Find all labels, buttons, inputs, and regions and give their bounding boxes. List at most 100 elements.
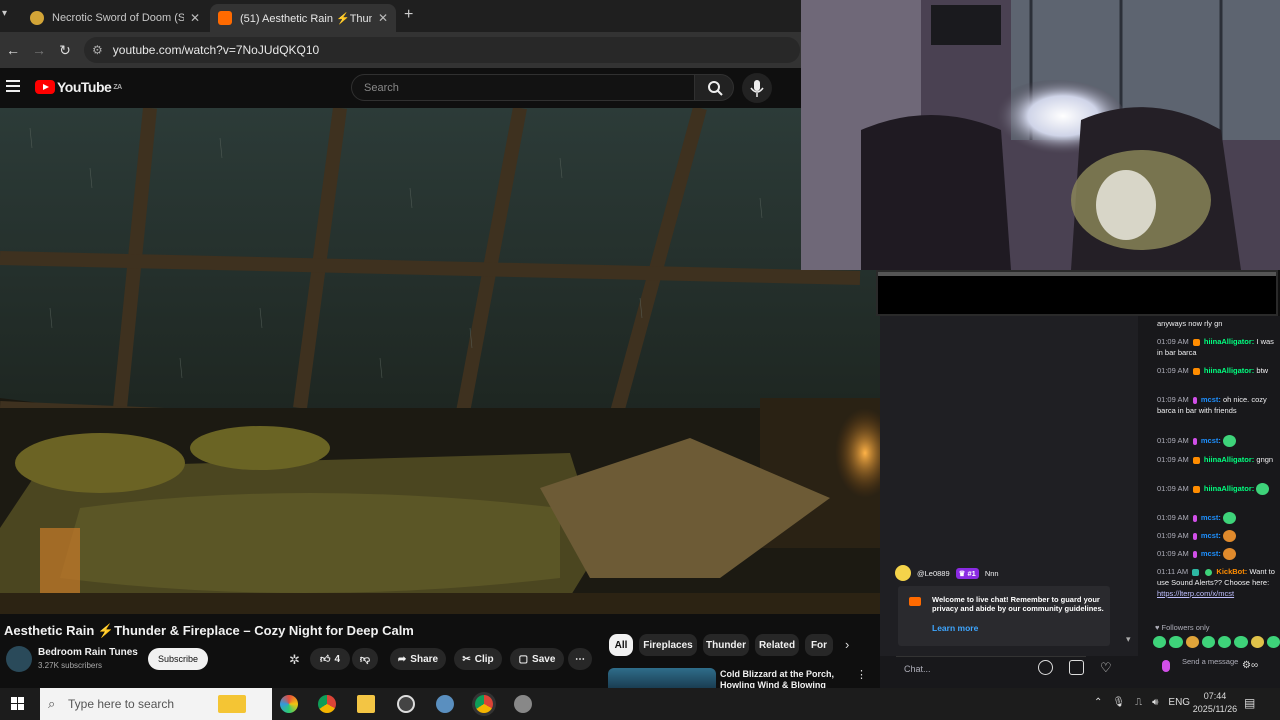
clip-button[interactable]: ✂ Clip [454,648,502,670]
back-arrow-icon[interactable]: ← [0,42,26,58]
language-indicator[interactable]: ENG [1168,697,1190,708]
reload-icon[interactable]: ↻ [52,42,78,59]
chevron-down-icon[interactable]: ▾ [1126,634,1131,645]
volume-icon[interactable]: 🔊︎ [1152,697,1158,708]
notifications-icon[interactable]: ▤ [1244,696,1255,710]
search-button[interactable] [694,74,734,101]
emote-icon[interactable] [1201,636,1215,648]
windows-start-icon[interactable] [11,697,25,711]
menu-icon[interactable] [6,80,20,95]
more-vert-icon[interactable]: ⋮ [856,668,867,681]
subscriber-count: 3.27K subscribers [38,661,103,670]
emote-icon[interactable] [1185,636,1199,648]
emote-icon[interactable] [1218,636,1232,648]
forward-arrow-icon[interactable]: → [26,42,52,58]
region-code: ZA [113,83,122,91]
search-icon [708,81,723,96]
chat-timestamp: 01:09 AM [1157,531,1189,540]
bookmark-icon: ▢ [518,653,529,665]
quick-emote-row[interactable] [1153,636,1280,650]
related-video-title[interactable]: Cold Blizzard at the Porch, Howling Wind… [720,669,848,688]
chat-username[interactable]: mcst: [1201,395,1221,404]
photos-app-icon[interactable] [280,695,298,713]
chat-username[interactable]: hiinaAlligator: [1204,337,1254,346]
site-info-icon[interactable]: ⚙ [92,43,103,57]
chip-related[interactable]: Related [755,634,799,656]
taskbar-clock[interactable]: 07:44 2025/11/26 [1190,690,1240,716]
tab-title: (51) Aesthetic Rain ⚡Thun [240,12,372,25]
emote-icon[interactable] [1153,636,1167,648]
file-explorer-icon[interactable] [357,695,375,713]
youtube-logo[interactable]: YouTube ZA [35,79,122,95]
chat-emote-icon [1223,435,1236,448]
chat-timestamp: 01:09 AM [1157,366,1189,375]
chat-timestamp: 01:09 AM [1157,484,1189,493]
settings-icon[interactable]: ⚙∞ [1242,660,1258,671]
chrome-active-icon[interactable] [475,695,493,713]
chat-timestamp: 01:09 AM [1157,513,1189,522]
taskbar-search-text: Type here to search [68,697,175,711]
browser-tab-aesthetic-rain[interactable]: (51) Aesthetic Rain ⚡Thun ✕ [210,4,396,32]
chat-timestamp: 01:09 AM [1157,337,1189,346]
chat-link[interactable]: https://lterp.com/x/mcst [1157,589,1234,598]
mod-badge-icon [1192,514,1197,522]
sound-icon[interactable]: ✲ [289,652,300,668]
sub-badge-icon [1192,338,1200,346]
channel-name[interactable]: Bedroom Rain Tunes [38,647,138,658]
like-button[interactable]: 👍︎ 4 [310,648,350,670]
chat-username[interactable]: hiinaAlligator: [1204,484,1254,493]
video-player[interactable] [0,108,880,614]
chat-username[interactable]: mcst: [1201,549,1221,558]
channel-avatar[interactable] [6,646,32,672]
network-icon[interactable]: ⎍ [1135,697,1142,708]
chat-username[interactable]: mcst: [1201,531,1221,540]
chat-emote-icon [1223,512,1236,525]
close-tab-icon[interactable]: ✕ [190,11,200,25]
chat-username[interactable]: mcst: [1201,513,1221,522]
subscribe-button[interactable]: Subscribe [148,648,208,670]
dislike-button[interactable]: 👎︎ [352,648,378,670]
chevron-up-icon[interactable]: ⌃ [1094,697,1102,708]
heart-icon[interactable]: ♡ [1100,660,1112,676]
sub-badge-icon [1192,367,1200,375]
chat-username[interactable]: hiinaAlligator: [1204,366,1254,375]
pinned-username[interactable]: @Le0889 [917,569,950,578]
browser-tab-necrotic-sword[interactable]: Necrotic Sword of Doom (Swor ✕ [22,4,208,32]
chat-username[interactable]: mcst: [1201,436,1221,445]
related-video-thumbnail[interactable] [608,668,716,688]
chip-fireplaces[interactable]: Fireplaces [639,634,697,656]
emote-icon[interactable] [1169,636,1183,648]
microphone-icon[interactable]: 🎙︎ [1112,697,1125,708]
scissors-icon: ✂ [462,653,471,665]
chevron-right-icon[interactable]: › [845,637,849,652]
chrome-icon[interactable] [318,695,336,713]
chip-thunder[interactable]: Thunder [703,634,749,656]
new-tab-button[interactable]: + [404,6,413,24]
learn-more-link[interactable]: Learn more [932,623,978,633]
tab-search-chevron-icon[interactable]: ▾ [2,8,7,19]
followers-only-text: Followers only [1161,623,1210,632]
emote-icon[interactable] [1234,636,1248,648]
more-actions-button[interactable]: ⋯ [568,648,592,670]
search-input[interactable]: Search [351,74,695,101]
voice-search-button[interactable] [742,73,772,103]
emote-icon[interactable] [1266,636,1280,648]
tab-favicon-icon [218,11,232,25]
chip-for-you[interactable]: For [805,634,833,656]
chat-message: anyways now rly gn [1157,318,1275,329]
obs-icon[interactable] [397,695,415,713]
emoji-icon[interactable] [1038,660,1053,675]
chip-all[interactable]: All [609,634,633,656]
emote-icon[interactable] [1250,636,1264,648]
close-tab-icon[interactable]: ✕ [378,11,388,25]
chat-username[interactable]: hiinaAlligator: [1204,455,1254,464]
snipping-tool-icon[interactable] [436,695,454,713]
chat-input-actions: ♡ [1038,660,1112,676]
sub-badge-icon [1192,456,1200,464]
save-button[interactable]: ▢ Save [510,648,564,670]
share-button[interactable]: ➦ Share [390,648,446,670]
address-bar[interactable]: ⚙ youtube.com/watch?v=7NoJUdQKQ10 [84,37,800,63]
chat-username[interactable]: KickBot: [1216,567,1247,576]
gift-icon[interactable] [1069,660,1084,675]
app-icon[interactable] [514,695,532,713]
